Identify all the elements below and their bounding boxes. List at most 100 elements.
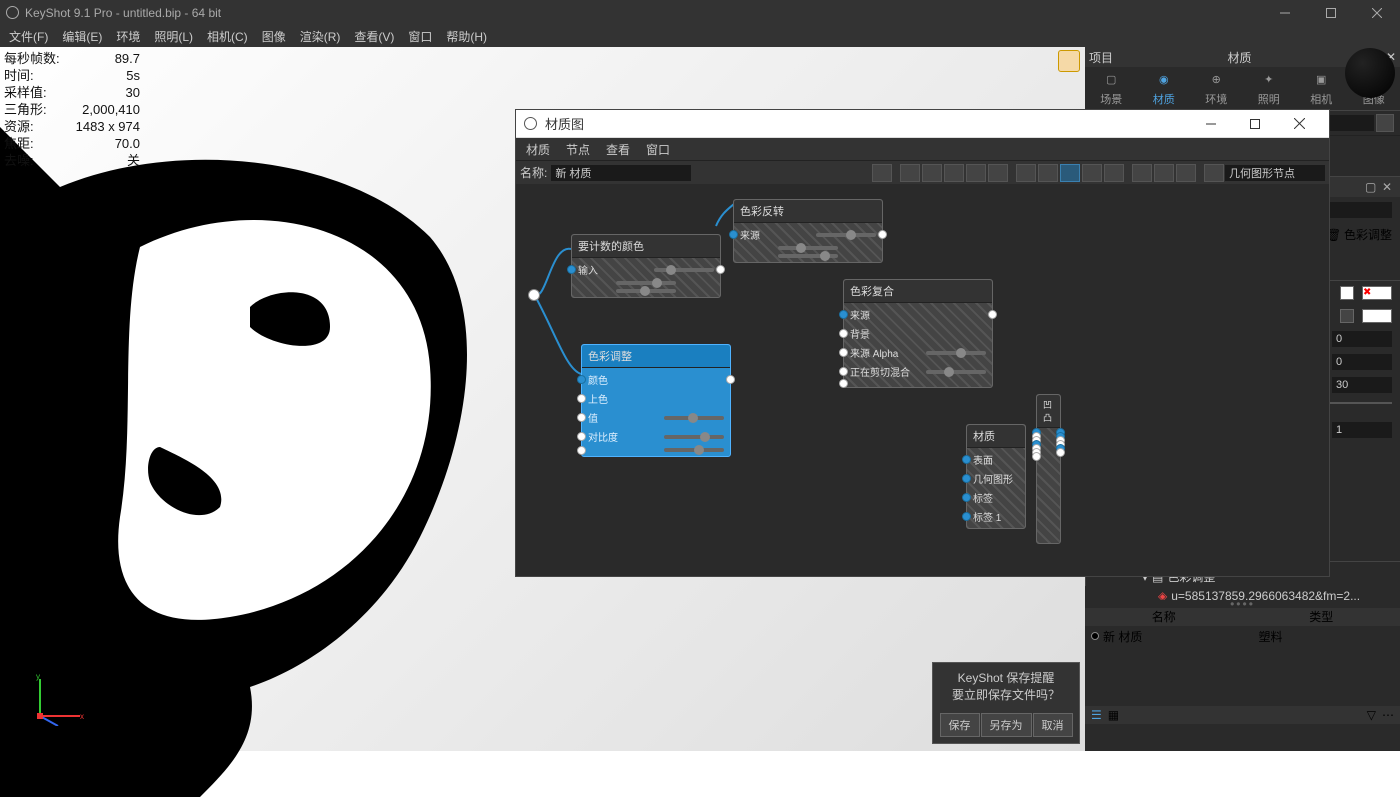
graph-tool-14[interactable] (1204, 164, 1224, 182)
menu-render[interactable]: 渲染(R) (293, 25, 348, 48)
minimize-button[interactable] (1262, 0, 1308, 25)
graph-tool-11[interactable] (1132, 164, 1152, 182)
port-in[interactable] (577, 432, 586, 441)
graph-name-input[interactable] (551, 165, 691, 181)
port-in[interactable] (577, 394, 586, 403)
port-out[interactable] (716, 265, 725, 274)
menu-environment[interactable]: 环境 (109, 25, 147, 48)
node-color-adjust[interactable]: 色彩调整 颜色 上色 值 对比度 (581, 344, 731, 457)
graph-close-button[interactable] (1277, 110, 1321, 138)
close-button[interactable] (1354, 0, 1400, 25)
menu-image[interactable]: 图像 (255, 25, 293, 48)
list-col-type[interactable]: 类型 (1243, 608, 1400, 626)
graph-maximize-button[interactable] (1233, 110, 1277, 138)
cancel-button[interactable]: 取消 (1033, 713, 1073, 737)
menu-help[interactable]: 帮助(H) (439, 25, 494, 48)
filter-icon[interactable]: ▽ (1367, 708, 1376, 722)
prop-tint-value[interactable] (1362, 309, 1392, 323)
graph-tool-13[interactable] (1176, 164, 1196, 182)
graph-root-port[interactable] (528, 289, 540, 301)
prop-sat-input[interactable] (1332, 354, 1392, 370)
more-icon[interactable]: ⋯ (1382, 708, 1394, 722)
property-pop-icon[interactable]: ▢ (1365, 180, 1379, 194)
viewport-tool-button[interactable] (1058, 50, 1080, 72)
menu-view[interactable]: 查看(V) (347, 25, 401, 48)
menu-edit[interactable]: 编辑(E) (55, 25, 109, 48)
graph-canvas[interactable]: 要计数的颜色 输入 色彩反转 来源 色彩调整 颜色 上色 值 对比度 (516, 184, 1329, 576)
port-out[interactable] (1056, 448, 1065, 457)
node-type-value[interactable]: 色彩调整 (1344, 226, 1392, 243)
port-in[interactable] (567, 265, 576, 274)
graph-titlebar[interactable]: 材质图 (516, 110, 1329, 138)
save-button[interactable]: 保存 (940, 713, 980, 737)
graph-tool-10[interactable] (1104, 164, 1124, 182)
view-grid-icon[interactable]: ▦ (1108, 708, 1119, 722)
port-in[interactable] (577, 413, 586, 422)
maximize-button[interactable] (1308, 0, 1354, 25)
graph-minimize-button[interactable] (1189, 110, 1233, 138)
port-out[interactable] (726, 375, 735, 384)
tab-scene[interactable]: ▢场景 (1094, 67, 1128, 110)
tab-environment[interactable]: ⊕环境 (1199, 67, 1233, 110)
port-in[interactable] (962, 455, 971, 464)
node-color-invert[interactable]: 色彩反转 来源 (733, 199, 883, 263)
graph-menu-node[interactable]: 节点 (558, 138, 598, 161)
graph-menu-material[interactable]: 材质 (518, 138, 558, 161)
prop-contrast-input[interactable] (1332, 422, 1392, 438)
menu-window[interactable]: 窗口 (401, 25, 439, 48)
graph-tool-8[interactable] (1060, 164, 1080, 182)
menu-file[interactable]: 文件(F) (2, 25, 55, 48)
graph-tool-9[interactable] (1082, 164, 1102, 182)
port-out[interactable] (878, 230, 887, 239)
port-in[interactable] (839, 310, 848, 319)
save-as-button[interactable]: 另存为 (981, 713, 1032, 737)
prop-hue-input[interactable] (1332, 331, 1392, 347)
stat-focal-value: 70.0 (70, 135, 140, 152)
save-material-button[interactable] (1376, 114, 1394, 132)
tab-lighting[interactable]: ✦照明 (1252, 67, 1286, 110)
graph-tool-6[interactable] (1016, 164, 1036, 182)
port-in[interactable] (962, 512, 971, 521)
axis-gizmo-icon[interactable]: x y (30, 671, 85, 726)
graph-tool-4[interactable] (966, 164, 986, 182)
port-in[interactable] (962, 493, 971, 502)
graph-tool-12[interactable] (1154, 164, 1174, 182)
graph-tool-3[interactable] (944, 164, 964, 182)
port-in[interactable] (577, 375, 586, 384)
list-item[interactable]: 新 材质 塑料 (1085, 626, 1400, 646)
graph-menu-view[interactable]: 查看 (598, 138, 638, 161)
graph-tool-save[interactable] (872, 164, 892, 182)
menu-lighting[interactable]: 照明(L) (147, 25, 200, 48)
port-in[interactable] (839, 329, 848, 338)
view-list-icon[interactable]: ☰ (1091, 708, 1102, 722)
graph-tool-7[interactable] (1038, 164, 1058, 182)
property-close-icon[interactable]: ✕ (1382, 180, 1396, 194)
node-count-color[interactable]: 要计数的颜色 输入 (571, 234, 721, 298)
prop-value-input[interactable] (1332, 377, 1392, 393)
port-out[interactable] (988, 310, 997, 319)
port-in[interactable] (962, 474, 971, 483)
port-in[interactable] (839, 348, 848, 357)
prop-tint-swatch[interactable] (1340, 309, 1354, 323)
port-in[interactable] (1032, 452, 1041, 461)
graph-tool-2[interactable] (922, 164, 942, 182)
graph-menu-window[interactable]: 窗口 (638, 138, 678, 161)
prop-color-swatch[interactable] (1340, 286, 1354, 300)
port-in[interactable] (839, 379, 848, 388)
port-in[interactable] (729, 230, 738, 239)
list-resize-handle[interactable]: •••• (1085, 600, 1400, 608)
node-material[interactable]: 材质 表面 几何图形 标签 标签 1 (966, 424, 1026, 529)
node-bump-1[interactable]: 凹凸 (1036, 394, 1061, 544)
port-in[interactable] (839, 367, 848, 376)
graph-tool-5[interactable] (988, 164, 1008, 182)
menu-camera[interactable]: 相机(C) (200, 25, 255, 48)
material-preview-sphere[interactable] (1345, 48, 1395, 98)
tab-material[interactable]: ◉材质 (1147, 67, 1181, 110)
graph-tool-1[interactable] (900, 164, 920, 182)
port-in[interactable] (577, 446, 586, 455)
graph-search-input[interactable] (1225, 165, 1325, 181)
tab-camera[interactable]: ▣相机 (1304, 67, 1338, 110)
prop-color-value[interactable]: ✖ (1362, 286, 1392, 300)
node-color-composite[interactable]: 色彩复合 来源 背景 来源 Alpha 正在剪切混合 (843, 279, 993, 388)
list-col-name[interactable]: 名称 (1085, 608, 1243, 626)
